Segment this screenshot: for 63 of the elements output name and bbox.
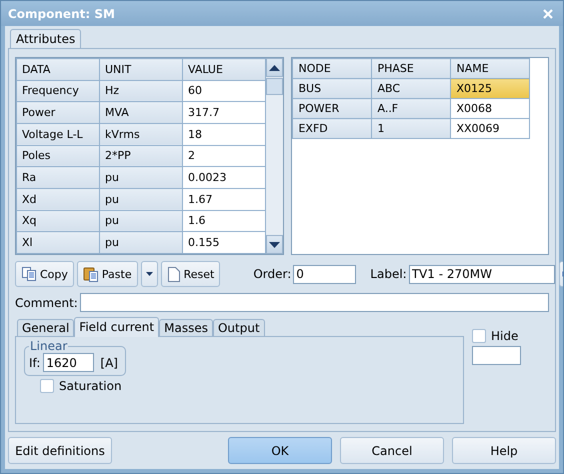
table-cell: pu xyxy=(100,232,182,254)
table-cell: EXFD xyxy=(292,118,372,138)
table-cell[interactable]: 0.155 xyxy=(182,232,266,254)
label-label: Label: xyxy=(370,267,407,281)
table-cell[interactable]: 1.67 xyxy=(182,188,266,210)
tab[interactable]: Output xyxy=(212,319,265,336)
dialog-button[interactable]: Edit definitions xyxy=(8,437,112,464)
table-cell: pu xyxy=(100,166,182,188)
table-cell: POWER xyxy=(292,98,372,118)
table-cell: kVrms xyxy=(100,123,182,146)
table-cell: Xq xyxy=(16,210,100,232)
tab[interactable]: General xyxy=(17,319,74,336)
table-cell: Voltage L-L xyxy=(16,123,100,146)
table-cell: Hz xyxy=(100,80,182,102)
table-cell[interactable]: 317.7 xyxy=(182,102,266,124)
group-title: Linear xyxy=(29,339,68,353)
reset-button[interactable]: Reset xyxy=(160,261,220,287)
label-field[interactable]: TV1 - 270MW xyxy=(408,264,555,284)
if-label: If: xyxy=(29,356,40,370)
table-cell: Frequency xyxy=(16,80,100,102)
table-cell: Power xyxy=(16,102,100,124)
column-header: NODE xyxy=(292,58,372,78)
column-header: PHASE xyxy=(372,58,451,78)
unit-label: [A] xyxy=(100,356,118,370)
dialog-button[interactable]: Help xyxy=(452,437,556,464)
dialog-button[interactable]: OK xyxy=(228,437,332,464)
order-field[interactable]: 0 xyxy=(293,264,356,284)
dialog-button[interactable]: Cancel xyxy=(340,437,444,464)
column-header: VALUE xyxy=(182,58,266,80)
table-cell: Ra xyxy=(16,166,100,188)
table-cell: ABC xyxy=(372,78,451,98)
table-cell[interactable]: XX0069 xyxy=(450,118,530,138)
table-cell: Xd xyxy=(16,188,100,210)
table-cell[interactable]: X0068 xyxy=(450,98,530,118)
table-cell: Xl xyxy=(16,232,100,254)
table-cell: pu xyxy=(100,210,182,232)
table-cell[interactable]: 1.6 xyxy=(182,210,266,232)
table-cell: BUS xyxy=(292,78,372,98)
table-cell[interactable]: 0.0023 xyxy=(182,166,266,188)
column-header: UNIT xyxy=(100,58,182,80)
column-header: NAME xyxy=(450,58,530,78)
table-cell[interactable]: 18 xyxy=(182,123,266,146)
table-cell: 1 xyxy=(372,118,451,138)
order-label: Order: xyxy=(253,267,292,281)
table-cell: 2*PP xyxy=(100,145,182,167)
table-cell[interactable]: 2 xyxy=(182,145,266,167)
tab[interactable]: Field current xyxy=(74,317,160,337)
table-cell[interactable]: 60 xyxy=(182,80,266,102)
if-field[interactable]: 1620 xyxy=(43,353,94,372)
copy-button[interactable]: Copy xyxy=(15,261,74,287)
tab[interactable]: Masses xyxy=(159,319,213,336)
table-cell: A..F xyxy=(372,98,451,118)
saturation-checkbox[interactable]: Saturation xyxy=(40,379,455,393)
table-cell: pu xyxy=(100,188,182,210)
tab[interactable]: Attributes xyxy=(10,29,82,49)
paste-button[interactable]: Paste xyxy=(76,261,138,287)
table-cell[interactable]: X0125 xyxy=(450,78,530,98)
comment-label: Comment: xyxy=(15,296,78,310)
table-cell: MVA xyxy=(100,102,182,124)
window-title: Component: SM xyxy=(8,6,115,20)
hide-checkbox[interactable]: Hide xyxy=(472,329,521,343)
column-header: DATA xyxy=(16,58,100,80)
table-cell: Poles xyxy=(16,145,100,167)
